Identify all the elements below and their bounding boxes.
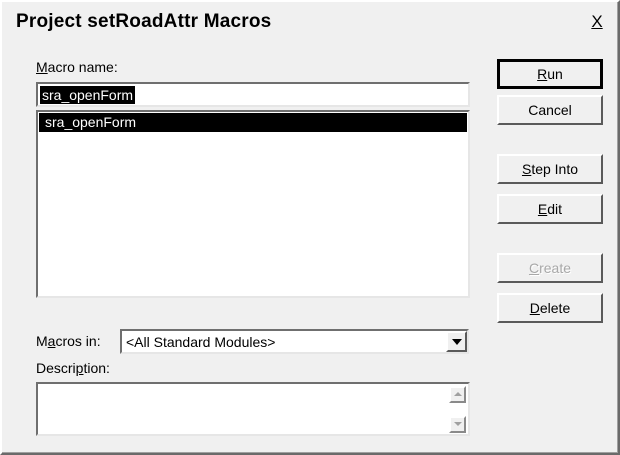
run-button-accel: R bbox=[537, 66, 548, 82]
dialog-title: Project setRoadAttr Macros bbox=[16, 11, 272, 32]
macro-list-item[interactable]: sra_openForm bbox=[39, 113, 467, 132]
macro-name-value[interactable]: sra_openForm bbox=[40, 86, 136, 104]
macro-name-label: Macro name: bbox=[36, 59, 118, 75]
macros-in-value: <All Standard Modules> bbox=[126, 334, 276, 350]
macro-name-label-rest: acro name: bbox=[47, 59, 118, 75]
macros-in-label-rest: cros in: bbox=[55, 333, 101, 349]
title-bar: Project setRoadAttr Macros X bbox=[16, 8, 608, 38]
step-into-button-accel: S bbox=[521, 161, 532, 177]
macro-name-label-accel: M bbox=[36, 59, 48, 75]
description-label-prefix: Descri bbox=[36, 360, 76, 376]
scroll-up-button[interactable] bbox=[449, 386, 466, 403]
delete-button-rest: elete bbox=[539, 300, 571, 316]
scroll-down-button[interactable] bbox=[449, 416, 466, 433]
close-button[interactable]: X bbox=[586, 12, 608, 32]
description-label-rest: tion: bbox=[83, 360, 110, 376]
edit-button[interactable]: Edit bbox=[497, 194, 603, 224]
chevron-down-icon bbox=[452, 339, 462, 345]
step-into-button[interactable]: Step Into bbox=[497, 154, 603, 184]
macros-in-dropdown-button[interactable] bbox=[446, 331, 467, 352]
run-button-rest: un bbox=[547, 66, 563, 82]
edit-button-accel: E bbox=[537, 201, 548, 217]
scroll-up-icon bbox=[454, 392, 462, 396]
scroll-down-icon bbox=[454, 422, 462, 426]
create-button-accel: C bbox=[528, 260, 540, 276]
macro-list[interactable]: sra_openForm bbox=[36, 110, 470, 298]
description-field[interactable] bbox=[36, 382, 470, 436]
delete-button[interactable]: Delete bbox=[497, 293, 603, 323]
delete-button-accel: D bbox=[529, 300, 540, 316]
macros-in-label: Macros in: bbox=[36, 333, 101, 349]
macro-name-field[interactable]: sra_openForm bbox=[36, 82, 470, 107]
step-into-button-rest: tep Into bbox=[531, 161, 579, 177]
description-label: Description: bbox=[36, 360, 110, 376]
macros-in-label-prefix: M bbox=[36, 333, 48, 349]
cancel-button[interactable]: Cancel bbox=[497, 95, 603, 125]
create-button-rest: reate bbox=[539, 260, 572, 276]
macros-dialog: Project setRoadAttr Macros X Macro name:… bbox=[0, 0, 620, 455]
create-button[interactable]: Create bbox=[497, 253, 603, 283]
macros-in-select[interactable]: <All Standard Modules> bbox=[120, 329, 469, 354]
edit-button-rest: dit bbox=[547, 201, 563, 217]
run-button[interactable]: Run bbox=[497, 59, 603, 89]
